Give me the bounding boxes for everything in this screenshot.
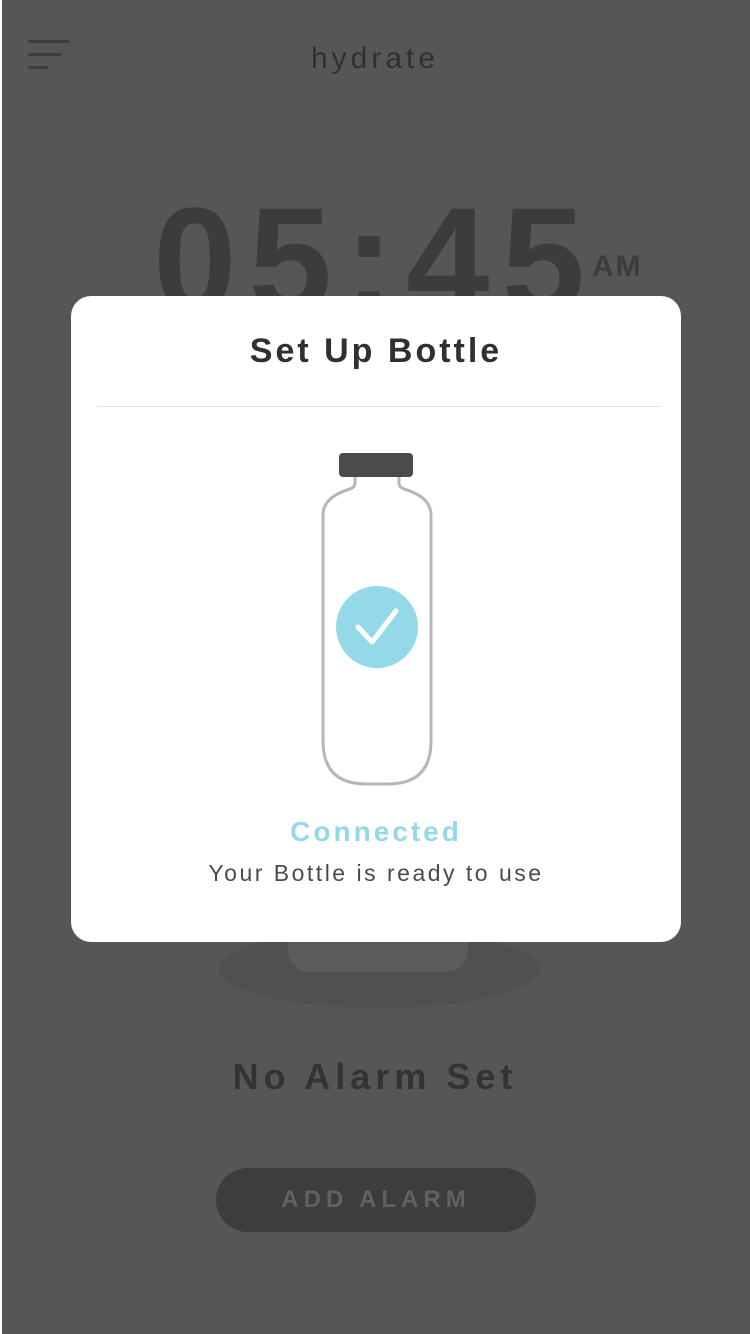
modal-divider — [97, 406, 661, 407]
check-circle-icon — [336, 586, 418, 668]
connection-status-title: Connected — [290, 816, 462, 847]
clock-display: 05:45 AM — [0, 180, 750, 310]
setup-bottle-modal: Set Up Bottle Connected Your Bottle is r… — [71, 296, 681, 942]
app-title: hydrate — [310, 42, 440, 75]
connection-status-message: Your Bottle is ready to use — [208, 860, 544, 886]
clock-time: 05:45 — [153, 180, 597, 310]
bottle-cap — [339, 453, 413, 477]
bottle-icon — [321, 453, 433, 786]
alarm-status: No Alarm Set — [232, 1056, 518, 1097]
modal-title: Set Up Bottle — [249, 332, 503, 370]
clock-suffix: AM — [592, 250, 643, 283]
add-alarm-button[interactable]: ADD ALARM — [216, 1168, 536, 1232]
